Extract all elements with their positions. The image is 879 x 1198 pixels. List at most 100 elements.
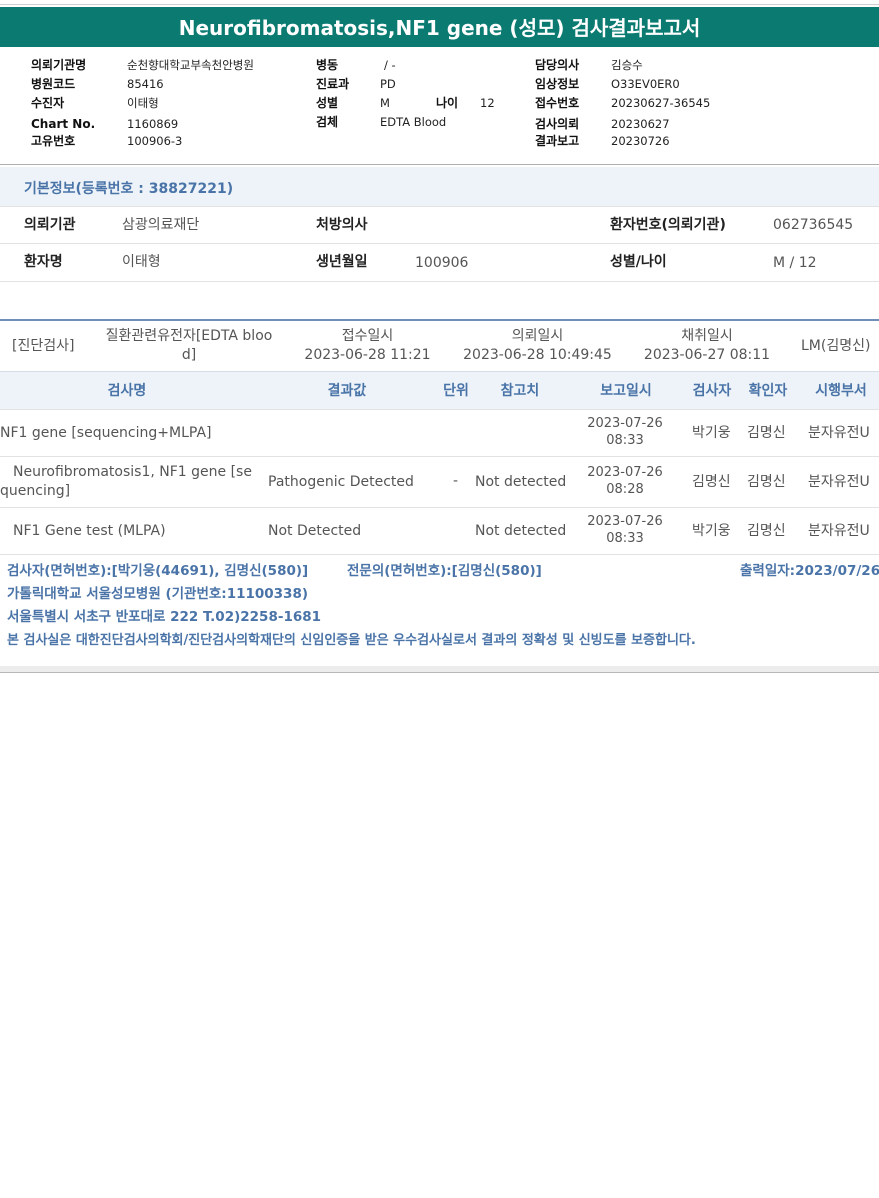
- report-time: 08:28: [606, 482, 644, 497]
- header-label: 병원코드: [31, 77, 76, 91]
- info-label: 환자명: [24, 254, 63, 270]
- header-value: 순천향대학교부속천안병원: [127, 58, 254, 72]
- divider: [0, 409, 879, 410]
- info-label: 환자번호(의뢰기관): [610, 217, 726, 233]
- info-label: 의뢰기관: [24, 217, 76, 233]
- test-name-cont: quencing]: [0, 483, 71, 499]
- header-label: 수진자: [31, 96, 65, 110]
- header-value: 12: [480, 96, 495, 110]
- divider: [0, 319, 879, 321]
- basic-info-header: 기본정보(등록번호 : 38827221): [0, 167, 879, 206]
- info-value: M / 12: [773, 255, 817, 271]
- lab-name: LM(김명신): [801, 338, 871, 354]
- col-dept: 시행부서: [815, 383, 867, 399]
- test-name: Neurofibromatosis1, NF1 gene [se: [13, 464, 252, 480]
- header-label: 담당의사: [535, 58, 580, 72]
- divider: [0, 371, 879, 372]
- collected-label: 채취일시: [681, 328, 733, 344]
- divider: [0, 554, 879, 555]
- col-unit: 단위: [443, 383, 469, 399]
- info-label: 성별/나이: [610, 254, 667, 270]
- col-reference: 참고치: [500, 383, 540, 399]
- col-result: 결과값: [327, 383, 367, 399]
- basic-info-title: 기본정보(등록번호 : 38827221): [24, 181, 234, 197]
- requested-value: 2023-06-28 10:49:45: [463, 347, 612, 363]
- department: 분자유전U: [808, 425, 870, 441]
- tester: 김명신: [692, 474, 731, 490]
- hospital-name: 가톨릭대학교 서울성모병원 (기관번호:11100338): [7, 586, 309, 602]
- header-value: 20230627-36545: [611, 96, 711, 110]
- report-date: 2023-07-26: [587, 416, 663, 431]
- header-label: 병동: [316, 58, 339, 72]
- reference-value: Not detected: [475, 523, 567, 539]
- header-label: 의뢰기관명: [31, 58, 87, 72]
- header-label: 임상정보: [535, 77, 580, 91]
- result-value: Pathogenic Detected: [268, 474, 414, 490]
- divider: [0, 206, 879, 207]
- header-label: 결과보고: [535, 134, 580, 148]
- col-name: 검사명: [107, 383, 147, 399]
- divider: [0, 281, 879, 282]
- divider: [0, 507, 879, 508]
- reference-value: Not detected: [475, 474, 567, 490]
- col-report-date: 보고일시: [600, 383, 652, 399]
- divider: [0, 164, 879, 165]
- report-date: 2023-07-26: [587, 465, 663, 480]
- header-value: 김승수: [611, 58, 643, 72]
- header-value: 85416: [127, 77, 164, 91]
- col-tester: 검사자: [692, 383, 732, 399]
- divider: [0, 243, 879, 244]
- diagnosis-test-line: d]: [181, 347, 197, 363]
- header-label: 접수번호: [535, 96, 580, 110]
- tester: 박기웅: [692, 425, 731, 441]
- top-border: [0, 4, 879, 5]
- header-value: 100906-3: [127, 134, 183, 148]
- result-value: Not Detected: [268, 523, 362, 539]
- confirmer: 김명신: [747, 523, 786, 539]
- info-value: 이태형: [122, 254, 161, 270]
- divider: [0, 456, 879, 457]
- print-date: 출력일자:2023/07/26 1: [740, 563, 879, 579]
- test-name: NF1 Gene test (MLPA): [13, 523, 166, 539]
- header-value: O33EV0ER0: [611, 77, 680, 91]
- info-value: 100906: [415, 255, 469, 271]
- confirmer: 김명신: [747, 474, 786, 490]
- confirmer: 김명신: [747, 425, 786, 441]
- diagnosis-category: [진단검사]: [12, 338, 75, 354]
- header-label: Chart No.: [31, 117, 96, 131]
- department: 분자유전U: [808, 474, 870, 490]
- info-value: 삼광의료재단: [122, 217, 200, 233]
- header-value: 20230627: [611, 117, 670, 131]
- hospital-address: 서울특별시 서초구 반포대로 222 T.02)2258-1681: [7, 609, 322, 625]
- info-label: 처방의사: [316, 217, 368, 233]
- header-label: 진료과: [316, 77, 350, 91]
- report-time: 08:33: [606, 531, 644, 546]
- tester-licenses: 검사자(면허번호):[박기웅(44691), 김명신(580)]: [7, 563, 309, 579]
- header-label: 고유번호: [31, 134, 76, 148]
- header-label: 검사의뢰: [535, 117, 580, 131]
- bottom-border: [0, 672, 879, 673]
- report-title: Neurofibromatosis,NF1 gene (성모) 검사결과보고서: [0, 7, 879, 47]
- requested-label: 의뢰일시: [511, 328, 564, 344]
- received-label: 접수일시: [341, 328, 394, 344]
- header-value: 1160869: [127, 117, 179, 131]
- specialist-license: 전문의(면허번호):[김명신(580)]: [347, 563, 542, 579]
- header-value: PD: [380, 77, 396, 91]
- info-value: 062736545: [773, 217, 854, 233]
- header-value: / -: [384, 58, 396, 72]
- tester: 박기웅: [692, 523, 731, 539]
- report-date: 2023-07-26: [587, 514, 663, 529]
- diagnosis-test-line: 질환관련유전자[EDTA bloo: [105, 328, 273, 344]
- header-label: 나이: [436, 96, 459, 110]
- info-label: 생년월일: [316, 254, 368, 270]
- header-label: 검체: [316, 115, 339, 129]
- header-value: 이태형: [127, 96, 159, 110]
- unit: -: [453, 473, 459, 489]
- header-value: EDTA Blood: [380, 115, 447, 129]
- header-label: 성별: [316, 96, 339, 110]
- received-value: 2023-06-28 11:21: [304, 347, 431, 363]
- test-name: NF1 gene [sequencing+MLPA]: [0, 425, 212, 441]
- col-confirmer: 확인자: [748, 383, 788, 399]
- report-time: 08:33: [606, 433, 644, 448]
- collected-value: 2023-06-27 08:11: [643, 347, 771, 363]
